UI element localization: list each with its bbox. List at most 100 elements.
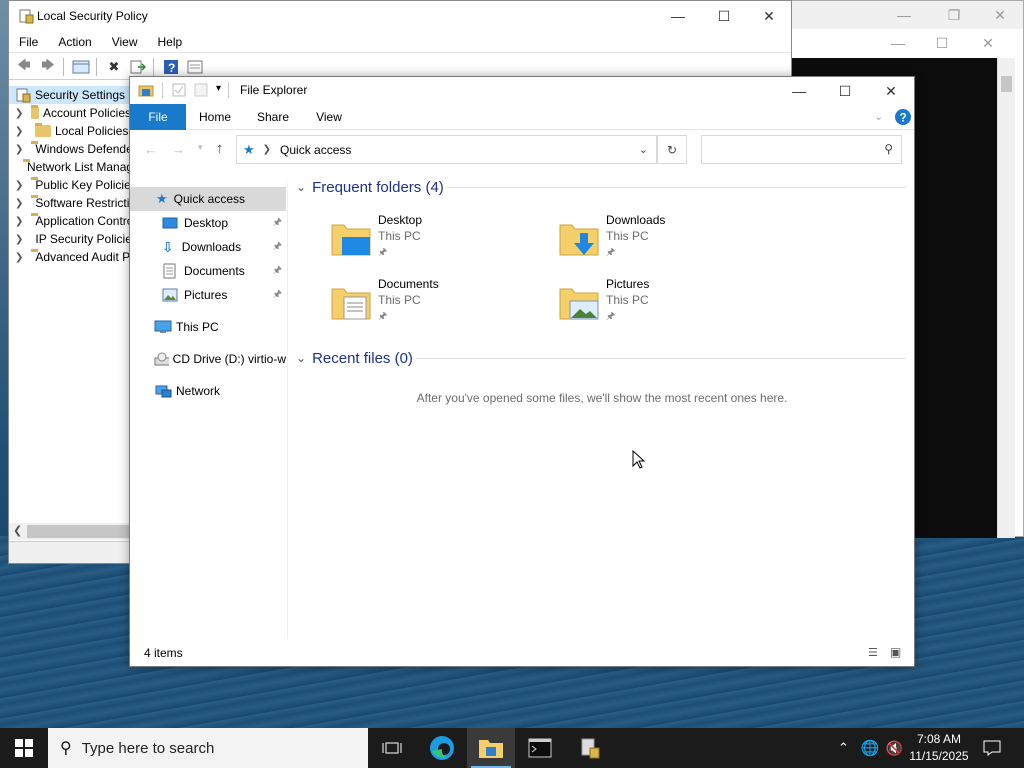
pin-icon[interactable]: 🖈 xyxy=(273,263,282,280)
chevron-right-icon[interactable]: ❯ xyxy=(15,108,23,119)
close-icon[interactable]: ✕ xyxy=(746,2,792,30)
chevron-right-icon[interactable]: ❯ xyxy=(15,198,23,209)
export-list-icon[interactable] xyxy=(127,57,149,77)
minimize-icon[interactable]: — xyxy=(875,29,921,57)
taskbar-search[interactable]: ⚲ Type here to search xyxy=(48,728,368,768)
folder-tile-documents[interactable]: Documents This PC 🖈 xyxy=(330,277,540,337)
nav-item-pictures[interactable]: Pictures 🖈 xyxy=(130,283,286,307)
chevron-right-icon[interactable]: ❯ xyxy=(15,180,23,191)
expand-ribbon-icon[interactable]: ⌄ xyxy=(874,110,883,123)
tree-item-account-policies[interactable]: ❯ Account Policies xyxy=(9,104,131,122)
tree-item-network-list[interactable]: Network List Manager Policies xyxy=(9,158,131,176)
chevron-right-icon[interactable]: ❯ xyxy=(15,144,23,155)
folder-tile-pictures[interactable]: Pictures This PC 🖈 xyxy=(558,277,768,337)
forward-arrow-icon[interactable]: 🡆 xyxy=(37,57,59,77)
nav-item-quick-access[interactable]: ★ Quick access xyxy=(130,187,286,211)
folder-icon[interactable] xyxy=(138,83,154,97)
refresh-button[interactable]: ↻ xyxy=(657,135,687,164)
up-arrow-icon[interactable]: ↑ xyxy=(216,140,224,157)
back-arrow-icon[interactable]: ← xyxy=(144,142,157,157)
search-icon[interactable]: ⚲ xyxy=(884,142,893,156)
chevron-right-icon[interactable]: ❯ xyxy=(15,216,23,227)
new-folder-icon[interactable] xyxy=(194,83,208,97)
help-icon[interactable]: ? xyxy=(160,57,182,77)
nav-item-downloads[interactable]: ⇩ Downloads 🖈 xyxy=(130,235,286,259)
chevron-right-icon[interactable]: ❯ xyxy=(15,234,23,245)
notifications-button[interactable] xyxy=(972,728,1012,768)
recent-locations-chevron-icon[interactable]: ▾ xyxy=(198,142,203,153)
customize-toolbar-chevron-icon[interactable]: ▾ xyxy=(216,83,221,94)
minimize-icon[interactable]: — xyxy=(655,2,701,30)
maximize-icon[interactable]: ☐ xyxy=(701,2,747,30)
breadcrumb[interactable]: Quick access xyxy=(280,143,351,157)
properties-check-icon[interactable] xyxy=(172,83,186,97)
close-icon[interactable]: ✕ xyxy=(868,77,914,105)
tree-item-ip-security[interactable]: ❯ IP Security Policies on Local Computer xyxy=(9,230,131,248)
tab-share[interactable]: Share xyxy=(250,104,296,130)
task-view-button[interactable] xyxy=(368,728,416,768)
nav-item-documents[interactable]: Documents 🖈 xyxy=(130,259,286,283)
close-icon[interactable]: ✕ xyxy=(965,29,1011,57)
security-policy-taskbar-button[interactable] xyxy=(566,728,614,768)
console-scrollbar[interactable] xyxy=(997,58,1015,538)
address-bar[interactable]: ★ ❯ Quick access ⌄ xyxy=(236,135,657,164)
search-input[interactable]: ⚲ xyxy=(701,135,902,164)
tree-item-public-key[interactable]: ❯ Public Key Policies xyxy=(9,176,131,194)
command-prompt-button[interactable] xyxy=(516,728,564,768)
speaker-muted-icon[interactable]: 🔇 xyxy=(886,740,903,757)
globe-network-icon[interactable]: 🌐 xyxy=(861,739,880,757)
pin-icon[interactable]: 🖈 xyxy=(273,239,282,256)
menu-view[interactable]: View xyxy=(102,35,148,49)
nav-item-desktop[interactable]: Desktop 🖈 xyxy=(130,211,286,235)
tree-item-advanced-audit[interactable]: ❯ Advanced Audit Policy Configuration xyxy=(9,248,131,266)
maximize-icon[interactable]: ☐ xyxy=(919,29,965,57)
recent-files-header[interactable]: ⌄ Recent files (0) xyxy=(296,346,906,370)
nav-item-network[interactable]: Network xyxy=(130,379,286,403)
delete-icon[interactable]: ✖ xyxy=(103,57,125,77)
close-icon[interactable]: ✕ xyxy=(977,1,1023,29)
properties-icon[interactable] xyxy=(184,57,206,77)
restore-icon[interactable]: ❐ xyxy=(931,1,977,29)
chevron-up-icon[interactable]: ⌃ xyxy=(838,740,849,756)
tree-item-application-control[interactable]: ❯ Application Control Policies xyxy=(9,212,131,230)
frequent-folders-header[interactable]: ⌄ Frequent folders (4) xyxy=(296,175,906,199)
breadcrumb-chevron-icon[interactable]: ❯ xyxy=(263,144,271,155)
forward-arrow-icon[interactable]: → xyxy=(172,142,185,157)
file-explorer-taskbar-button[interactable] xyxy=(467,728,515,768)
folder-tile-downloads[interactable]: Downloads This PC 🖈 xyxy=(558,213,768,273)
minimize-icon[interactable]: — xyxy=(881,1,927,29)
address-dropdown-icon[interactable]: ⌄ xyxy=(639,143,648,156)
tree-item-software-restriction[interactable]: ❯ Software Restriction Policies xyxy=(9,194,131,212)
show-hide-tree-icon[interactable] xyxy=(70,57,92,77)
tab-file[interactable]: File xyxy=(130,104,186,130)
pin-icon[interactable]: 🖈 xyxy=(273,287,282,304)
folder-name: Documents xyxy=(378,277,439,291)
taskbar-clock[interactable]: 7:08 AM 11/15/2025 xyxy=(902,731,976,765)
tree-item-security-settings[interactable]: Security Settings xyxy=(9,86,131,104)
nav-item-cd-drive[interactable]: CD Drive (D:) virtio-w xyxy=(130,347,286,371)
tree-item-windows-defender[interactable]: ❯ Windows Defender Firewall with Advance… xyxy=(9,140,131,158)
menu-action[interactable]: Action xyxy=(48,35,101,49)
tab-view[interactable]: View xyxy=(306,104,352,130)
pin-icon[interactable]: 🖈 xyxy=(273,215,282,232)
maximize-icon[interactable]: ☐ xyxy=(822,77,868,105)
collapse-chevron-icon[interactable]: ⌄ xyxy=(296,180,306,194)
menu-help[interactable]: Help xyxy=(148,35,193,49)
minimize-icon[interactable]: — xyxy=(776,77,822,105)
collapse-chevron-icon[interactable]: ⌄ xyxy=(296,351,306,365)
scroll-left-icon[interactable]: ❮ xyxy=(13,524,22,537)
chevron-right-icon[interactable]: ❯ xyxy=(15,126,27,137)
edge-button[interactable] xyxy=(418,728,466,768)
nav-item-this-pc[interactable]: This PC xyxy=(130,315,286,339)
chevron-right-icon[interactable]: ❯ xyxy=(15,252,23,263)
folder-tile-desktop[interactable]: Desktop This PC 🖈 xyxy=(330,213,540,273)
tab-home[interactable]: Home xyxy=(190,104,240,130)
tree-item-local-policies[interactable]: ❯ Local Policies xyxy=(9,122,131,140)
help-icon[interactable]: ? xyxy=(894,108,912,126)
back-arrow-icon[interactable]: 🡄 xyxy=(13,57,35,77)
details-view-icon[interactable]: ☰ xyxy=(868,646,878,659)
large-icons-view-icon[interactable]: ▣ xyxy=(890,645,901,659)
menu-file[interactable]: File xyxy=(9,35,48,49)
start-button[interactable] xyxy=(0,728,48,768)
horizontal-scrollbar[interactable]: ❮ xyxy=(9,523,131,540)
